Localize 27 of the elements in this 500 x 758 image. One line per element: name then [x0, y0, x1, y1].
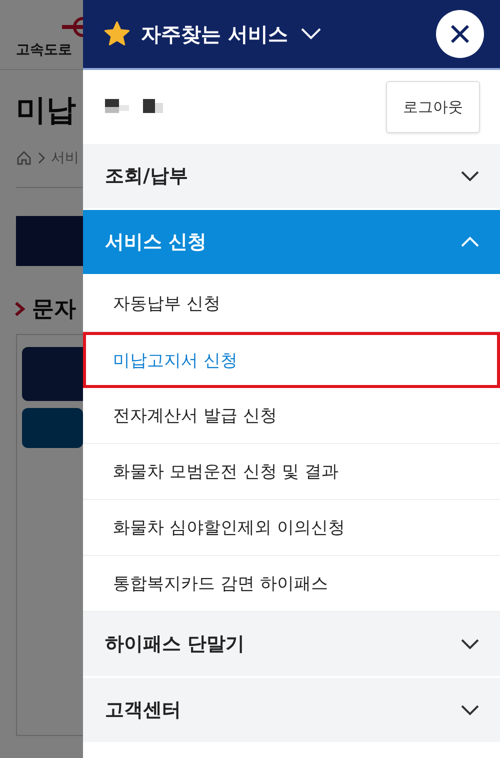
home-icon[interactable]	[16, 150, 32, 166]
logo-text: 고속도로	[16, 41, 73, 59]
close-icon	[449, 23, 471, 45]
submenu-item[interactable]: 미납고지서 신청	[83, 332, 500, 388]
submenu-item[interactable]: 전자계산서 발급 신청	[83, 388, 500, 444]
drawer-title[interactable]: 자주찾는 서비스	[141, 20, 288, 48]
chevron-down-icon[interactable]	[300, 27, 322, 41]
menu-item[interactable]: 하이패스 단말기	[83, 612, 500, 678]
page-title: 미납	[16, 92, 76, 130]
chevron-down-icon	[460, 170, 480, 182]
submenu-item[interactable]: 자동납부 신청	[83, 276, 500, 332]
submenu-item[interactable]: 화물차 심야할인제외 이의신청	[83, 500, 500, 556]
logout-button[interactable]: 로그아웃	[386, 81, 480, 133]
submenu-item[interactable]: 화물차 모범운전 신청 및 결과	[83, 444, 500, 500]
star-icon	[103, 20, 131, 48]
chevron-right-icon	[38, 152, 45, 164]
close-button[interactable]	[436, 10, 484, 58]
logo-icon	[62, 17, 83, 37]
chevron-down-icon	[460, 638, 480, 650]
blurred-name-drawing	[105, 99, 165, 115]
menu-item[interactable]: 서비스 신청	[83, 210, 500, 276]
chevron-down-icon	[460, 704, 480, 716]
chevron-up-icon	[460, 236, 480, 248]
chevron-icon	[14, 301, 26, 317]
menu-item[interactable]: 조회/납부	[83, 144, 500, 210]
menu-item[interactable]: 고객센터	[83, 678, 500, 744]
section-heading: 문자	[32, 296, 76, 324]
